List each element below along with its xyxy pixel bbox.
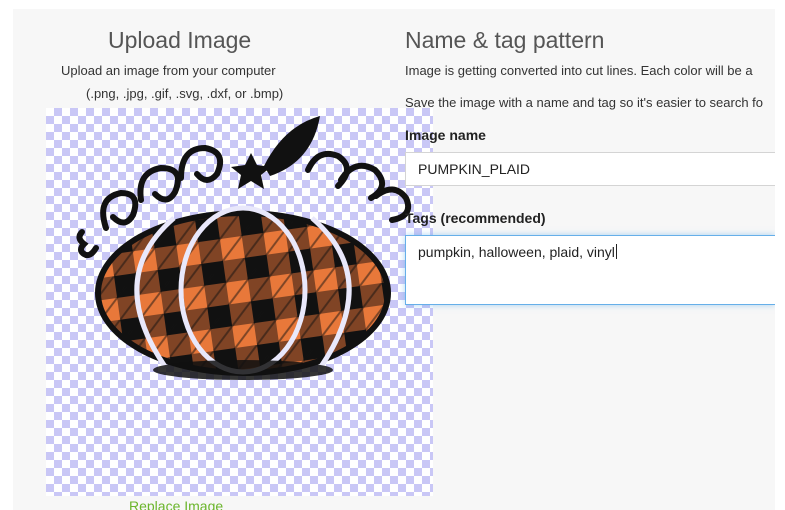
pumpkin-image	[76, 116, 412, 380]
replace-image-link[interactable]: Replace Image	[129, 498, 223, 510]
text-cursor	[615, 244, 617, 259]
image-name-input[interactable]: PUMPKIN_PLAID	[405, 152, 775, 186]
image-name-value: PUMPKIN_PLAID	[418, 161, 531, 177]
upload-panel: Upload Image Upload an image from your c…	[13, 9, 775, 510]
tags-label: Tags (recommended)	[405, 210, 546, 226]
upload-instructions: Upload an image from your computer	[61, 63, 276, 78]
pattern-description-2: Save the image with a name and tag so it…	[405, 95, 764, 110]
pattern-description-1: Image is getting converted into cut line…	[405, 63, 753, 78]
upload-formats: (.png, .jpg, .gif, .svg, .dxf, or .bmp)	[86, 86, 284, 101]
tags-input[interactable]: pumpkin, halloween, plaid, vinyl	[405, 235, 775, 305]
upload-title: Upload Image	[108, 27, 252, 53]
tags-value: pumpkin, halloween, plaid, vinyl	[418, 244, 615, 260]
image-name-label: Image name	[405, 127, 486, 143]
pattern-title: Name & tag pattern	[405, 27, 605, 53]
image-preview[interactable]	[46, 108, 433, 496]
